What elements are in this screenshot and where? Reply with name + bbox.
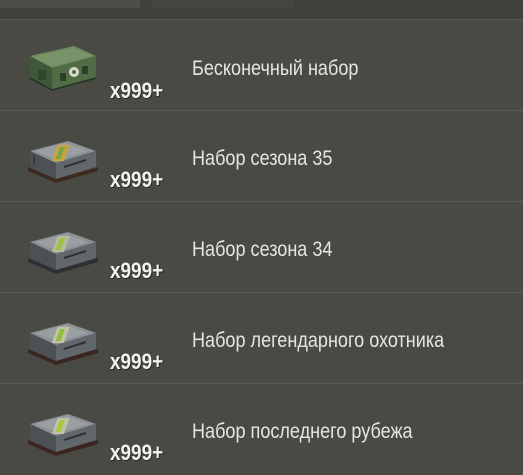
season-crate-icon (28, 141, 98, 183)
item-name: Набор легендарного охотника (192, 329, 445, 352)
tab-bar (0, 0, 523, 20)
list-item[interactable]: x999+ Набор легендарного охотника (0, 293, 523, 384)
item-count: x999+ (110, 440, 164, 465)
list-item[interactable]: x999+ Набор последнего рубежа (0, 384, 523, 475)
item-name: Бесконечный набор (192, 57, 359, 80)
tab-left[interactable] (0, 0, 140, 8)
kit-list: x999+ Бесконечный набор x999+ Набор сезо… (0, 20, 523, 475)
item-count: x999+ (110, 78, 164, 103)
tab-middle[interactable] (152, 0, 294, 8)
item-count: x999+ (110, 258, 164, 283)
item-count: x999+ (110, 349, 164, 374)
list-item[interactable]: x999+ Набор сезона 35 (0, 111, 523, 202)
season-crate-icon (28, 323, 98, 365)
green-supply-crate-icon (29, 46, 97, 91)
season-crate-icon (28, 232, 98, 274)
item-name: Набор сезона 34 (192, 238, 333, 261)
list-item[interactable]: x999+ Набор сезона 34 (0, 202, 523, 293)
item-name: Набор последнего рубежа (192, 420, 413, 443)
list-item[interactable]: x999+ Бесконечный набор (0, 20, 523, 111)
item-count: x999+ (110, 167, 164, 192)
season-crate-icon (28, 414, 98, 456)
item-name: Набор сезона 35 (192, 147, 333, 170)
